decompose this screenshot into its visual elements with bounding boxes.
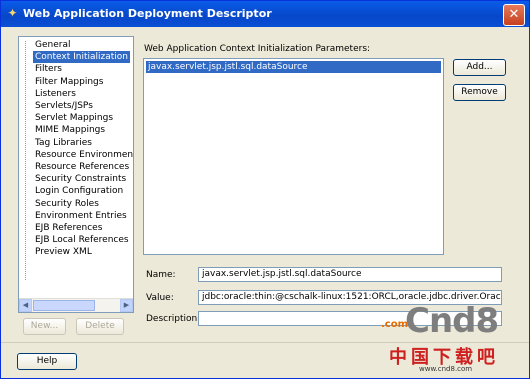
watermark-logo: .com Cnd8 中国下载吧 www.cnd8.com [381,301,521,376]
sidebar-item-context-initialization[interactable]: Context Initialization [33,51,131,64]
app-icon: ✦ [7,6,18,20]
horizontal-scrollbar[interactable]: ◀ ▶ [19,298,133,312]
sidebar-item-preview-xml[interactable]: Preview XML [33,246,94,258]
help-button[interactable]: Help [17,353,77,370]
value-label: Value: [146,293,174,303]
sidebar-item-mime-mappings[interactable]: MIME Mappings [33,124,107,136]
dialog-window: ✦ Web Application Deployment Descriptor … [0,0,530,379]
window-title: Web Application Deployment Descriptor [23,7,272,20]
navigation-tree[interactable]: General Context Initialization Filters Filt… [18,36,134,313]
params-list[interactable]: javax.servlet.jsp.jstl.sql.dataSource [143,58,444,255]
watermark-url: www.cnd8.com [419,365,473,373]
tree-list: General Context Initialization Filters Filt… [19,37,133,298]
remove-button[interactable]: Remove [453,84,506,101]
title-bar[interactable]: ✦ Web Application Deployment Descriptor … [1,1,529,27]
description-label: Description: [146,314,201,324]
params-label: Web Application Context Initialization P… [144,44,371,54]
delete-button[interactable]: Delete [76,318,124,335]
sidebar-item-general[interactable]: General [33,39,72,51]
sidebar-item-filter-mappings[interactable]: Filter Mappings [33,76,105,88]
sidebar-item-environment-entries[interactable]: Environment Entries [33,210,129,222]
sidebar-item-ejb-references[interactable]: EJB References [33,222,104,234]
sidebar-item-login-configuration[interactable]: Login Configuration [33,185,125,197]
name-label: Name: [146,270,176,280]
close-button[interactable]: ✕ [503,4,525,26]
tree-guide-line [25,41,26,280]
param-row[interactable]: javax.servlet.jsp.jstl.sql.dataSource [146,61,441,73]
new-button[interactable]: New... [23,318,66,335]
sidebar-item-resource-references[interactable]: Resource References [33,161,131,173]
watermark-com: .com [381,319,409,330]
sidebar-item-tag-libraries[interactable]: Tag Libraries [33,137,94,149]
watermark-main: Cnd8 [405,301,499,341]
scroll-thumb[interactable] [33,300,95,311]
scroll-left-icon[interactable]: ◀ [19,299,32,312]
sidebar-item-ejb-local-references[interactable]: EJB Local References [33,234,131,246]
sidebar-item-filters[interactable]: Filters [33,63,64,75]
sidebar-item-security-roles[interactable]: Security Roles [33,198,101,210]
scroll-right-icon[interactable]: ▶ [120,299,133,312]
sidebar-item-servlets-jsps[interactable]: Servlets/JSPs [33,100,95,112]
sidebar-item-resource-environment-ref[interactable]: Resource Environment Ref [33,149,133,161]
sidebar-item-listeners[interactable]: Listeners [33,88,78,100]
sidebar-item-servlet-mappings[interactable]: Servlet Mappings [33,112,115,124]
add-button[interactable]: Add... [453,59,506,76]
name-field[interactable]: javax.servlet.jsp.jstl.sql.dataSource [198,267,502,282]
sidebar-item-security-constraints[interactable]: Security Constraints [33,173,128,185]
